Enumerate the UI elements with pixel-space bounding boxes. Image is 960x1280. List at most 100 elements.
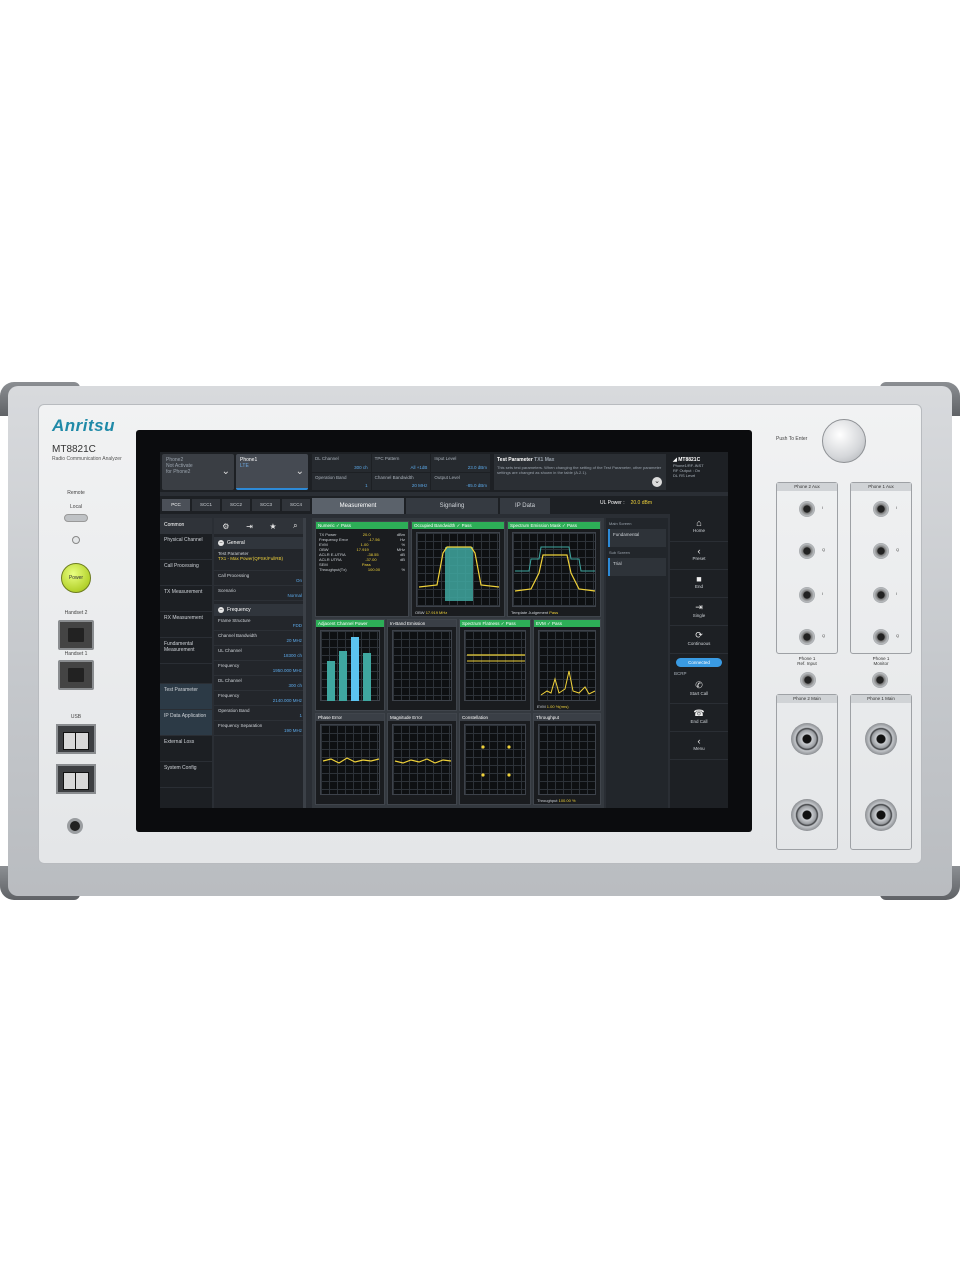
settings-scrollbar[interactable]: [303, 518, 306, 808]
nav-item-test-parameter[interactable]: Test Parameter: [160, 684, 212, 710]
menu-button[interactable]: ‹ Menu: [670, 732, 728, 760]
aux-connector[interactable]: [873, 587, 889, 603]
rotary-knob[interactable]: [822, 419, 866, 463]
nav-item-external-loss[interactable]: External Loss: [160, 736, 212, 762]
search-icon[interactable]: ⌕: [293, 521, 297, 531]
nav-item-physical-channel[interactable]: Physical Channel: [160, 534, 212, 560]
end-button[interactable]: ■ End: [670, 570, 728, 598]
tab-signaling[interactable]: Signaling: [406, 498, 498, 514]
setting-row[interactable]: Scenario Normal: [214, 586, 306, 601]
rf-connector[interactable]: [865, 723, 897, 755]
ul-power-readout: UL Power :20.0 dBm: [600, 500, 652, 506]
touch-screen[interactable]: Phone2 Not Activate for Phone2 ⌄ Phone1 …: [160, 452, 728, 808]
panel-constellation[interactable]: Constellation: [459, 713, 531, 805]
param-cell[interactable]: Input Level 23.0 dBm: [431, 454, 490, 472]
param-cell[interactable]: TPC Pattern All +1dB: [371, 454, 431, 472]
panel-throughput[interactable]: Throughput Throughput 100.00 %: [533, 713, 601, 805]
nav-header[interactable]: Common: [160, 518, 212, 534]
nav-item-rx-measurement[interactable]: RX Measurement: [160, 612, 212, 638]
tab-ip-data[interactable]: IP Data: [500, 498, 550, 514]
numeric-table: TX Power 20.0 dBm Frequency Error -17.56 Hz …: [319, 532, 405, 572]
usb-port-lower[interactable]: [56, 764, 96, 794]
star-icon[interactable]: ★: [269, 522, 276, 531]
handset1-label: Handset 1: [64, 651, 88, 657]
section-general[interactable]: – General: [214, 537, 306, 549]
aux-connector[interactable]: [799, 501, 815, 517]
end-call-button[interactable]: ☎ End Call: [670, 704, 728, 732]
tab-scc3[interactable]: SCC3: [252, 499, 280, 511]
panel-numeric[interactable]: Numeric ✓ Pass TX Power 20.0 dBm Frequency…: [315, 521, 409, 617]
aux-connector[interactable]: [873, 629, 889, 645]
chevron-down-icon: ⌄: [295, 466, 304, 477]
setting-row[interactable]: DL Channel 300 ch: [214, 676, 306, 691]
setting-row[interactable]: Call Processing On: [214, 571, 306, 586]
arrow-down-icon[interactable]: ⌄: [652, 477, 662, 487]
aux-connector[interactable]: [799, 587, 815, 603]
panel-magnitude-error[interactable]: Magnitude Error: [387, 713, 457, 805]
setting-row[interactable]: Frequency 1950.000 MHz: [214, 661, 306, 676]
nav-item-ip-data[interactable]: IP Data Application: [160, 710, 212, 736]
param-cell[interactable]: Channel Bandwidth 20 MHz: [371, 472, 431, 490]
param-cell[interactable]: Output Level -85.0 dBm: [431, 472, 490, 490]
handset2-port[interactable]: [58, 620, 94, 650]
continuous-button[interactable]: ⟳ Continuous: [670, 626, 728, 654]
setting-row[interactable]: Frequency 2140.000 MHz: [214, 691, 306, 706]
tab-scc4[interactable]: SCC4: [282, 499, 310, 511]
start-call-button[interactable]: ✆ Start Call: [670, 676, 728, 704]
preset-button[interactable]: ‹ Preset: [670, 542, 728, 570]
rf-connector[interactable]: [791, 799, 823, 831]
tab-measurement[interactable]: Measurement: [312, 498, 404, 514]
panel-occupied-bandwidth[interactable]: Occupied Bandwidth ✓ Pass OBW 17.919 MHz: [411, 521, 505, 617]
nav-item-system-config[interactable]: System Config: [160, 762, 212, 788]
nav-item-call-processing[interactable]: Call Processing: [160, 560, 212, 586]
phone1-selector[interactable]: Phone1 LTE ⌄: [236, 454, 308, 490]
aux-connector[interactable]: [799, 629, 815, 645]
phone2-selector[interactable]: Phone2 Not Activate for Phone2 ⌄: [162, 454, 234, 490]
nav-item-tx-measurement[interactable]: TX Measurement: [160, 586, 212, 612]
flatness-trace: [467, 654, 525, 662]
panel-spectrum-emission-mask[interactable]: Spectrum Emission Mask ✓ Pass Template J…: [507, 521, 601, 617]
setting-row[interactable]: Test Parameter TX1 - Max Power(QPSK/FullR…: [214, 549, 306, 571]
single-button[interactable]: ⇥ Single: [670, 598, 728, 626]
handset1-port[interactable]: [58, 660, 94, 690]
sub-screen-trial[interactable]: Trial: [608, 558, 666, 576]
magnitude-error-trace: [394, 758, 452, 764]
monitor-connector[interactable]: [872, 672, 888, 688]
ref-input-label: Phone 1 Ref. Input: [797, 656, 817, 666]
local-button[interactable]: [64, 514, 88, 522]
obw-band: [445, 547, 473, 601]
tab-scc2[interactable]: SCC2: [222, 499, 250, 511]
import-icon[interactable]: ⇥: [246, 522, 253, 531]
panel-adjacent-channel-power[interactable]: Adjacent Channel Power: [315, 619, 385, 711]
panel-phase-error[interactable]: Phase Error: [315, 713, 385, 805]
setting-row[interactable]: Channel Bandwidth 20 MHz: [214, 631, 306, 646]
power-button[interactable]: Power: [61, 563, 91, 593]
rf-connector[interactable]: [791, 723, 823, 755]
main-screen-fundamental[interactable]: Fundamental: [608, 529, 666, 547]
panel-spectrum-flatness[interactable]: Spectrum Flatness ✓ Pass: [459, 619, 531, 711]
panel-evm[interactable]: EVM ✓ Pass EVM 1.00 %(rms): [533, 619, 601, 711]
home-button[interactable]: ⌂ Home: [670, 514, 728, 542]
usb-port-upper[interactable]: [56, 724, 96, 754]
setting-row[interactable]: Operation Band 1: [214, 706, 306, 721]
nav-item-fundamental[interactable]: Fundamental Measurement: [160, 638, 212, 664]
param-cell[interactable]: Operation Band 1: [312, 472, 371, 490]
setting-row[interactable]: Frame Structure FDD: [214, 616, 306, 631]
connected-status: Connected: [676, 658, 722, 667]
section-frequency[interactable]: – Frequency: [214, 604, 306, 616]
tab-scc1[interactable]: SCC1: [192, 499, 220, 511]
rf-connector[interactable]: [865, 799, 897, 831]
aux-connector[interactable]: [873, 543, 889, 559]
tab-pcc[interactable]: PCC: [162, 499, 190, 511]
setting-row[interactable]: Frequency Separation 190 MHz: [214, 721, 306, 736]
evm-trace: [540, 670, 596, 696]
setting-row[interactable]: UL Channel 18300 ch: [214, 646, 306, 661]
aux-connector[interactable]: [799, 543, 815, 559]
collapse-icon: –: [218, 540, 224, 546]
headphone-jack[interactable]: [67, 818, 83, 834]
aux-connector[interactable]: [873, 501, 889, 517]
param-cell[interactable]: DL Channel 300 ch: [312, 454, 371, 472]
wrench-icon[interactable]: ⚙: [222, 522, 229, 531]
panel-in-band-emission[interactable]: In-Band Emission: [387, 619, 457, 711]
ref-input-connector[interactable]: [800, 672, 816, 688]
